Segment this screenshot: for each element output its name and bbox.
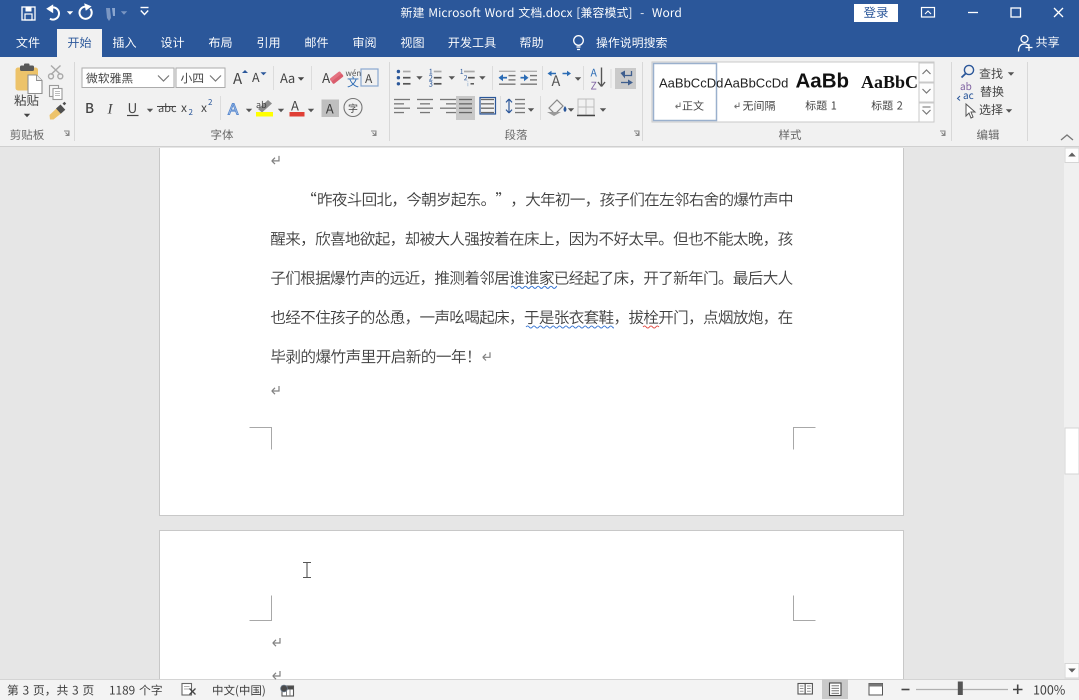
svg-text:AaBb: AaBb [796,70,850,93]
svg-text:AaBbCcDd: AaBbCcDd [659,76,723,91]
svg-text:A: A [228,102,239,119]
svg-text:AaBbC: AaBbC [861,72,918,92]
svg-text:AaBbCcDd: AaBbCcDd [724,76,788,91]
svg-text:I: I [107,102,114,118]
